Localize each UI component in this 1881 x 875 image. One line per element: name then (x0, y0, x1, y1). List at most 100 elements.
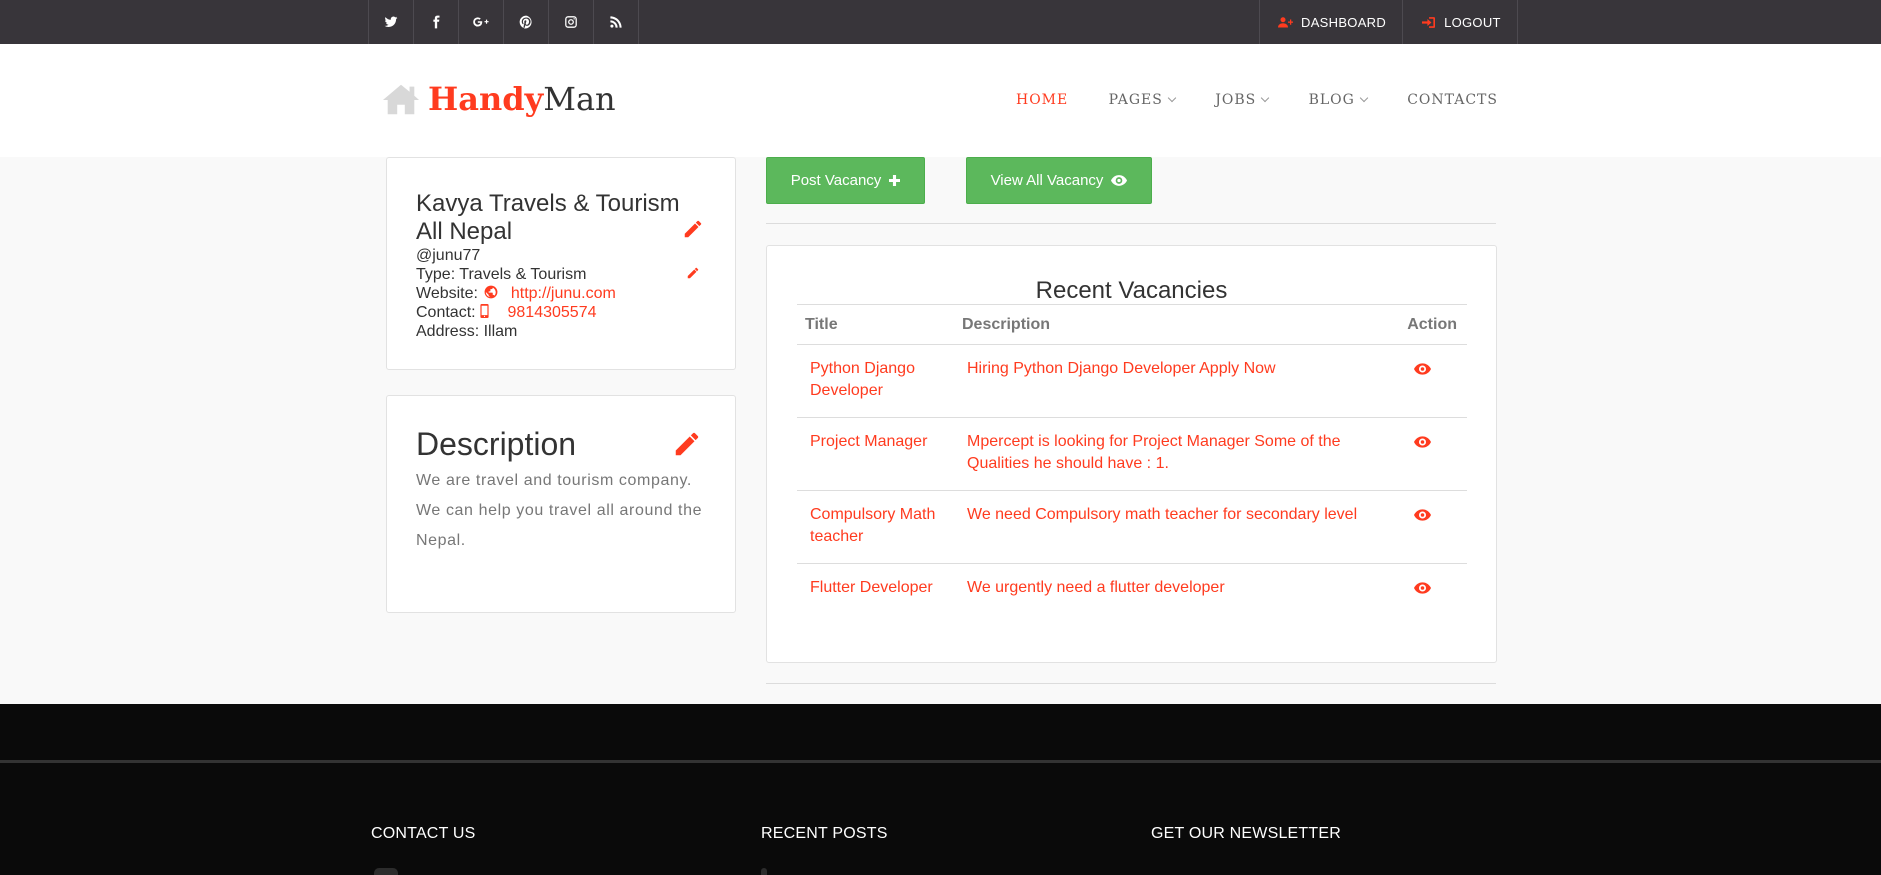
eye-icon (1414, 363, 1431, 375)
recent-vacancies-title: Recent Vacancies (1035, 277, 1228, 304)
table-header-row: Title Description Action (797, 304, 1467, 345)
logo-text: HandyMan (428, 80, 616, 118)
user-plus-icon (1278, 16, 1293, 27)
vacancy-title-link[interactable]: Python Django Developer (797, 344, 954, 418)
view-vacancy-button[interactable] (1397, 344, 1467, 418)
post-vacancy-label: Post Vacancy (790, 172, 882, 189)
vacancy-title-link[interactable]: Flutter Developer (797, 564, 954, 637)
company-name: Kavya Travels & Tourism All Nepal (416, 190, 680, 245)
footer-post-icon (761, 868, 767, 875)
nav-home[interactable]: HOME (1016, 92, 1068, 108)
account-links: DASHBOARD LOGOUT (1259, 0, 1518, 44)
company-address: Address: Illam (416, 322, 517, 341)
nav-contacts[interactable]: CONTACTS (1407, 92, 1498, 108)
divider (766, 683, 1496, 684)
eye-icon (1414, 509, 1431, 521)
table-row: Python Django Developer Hiring Python Dj… (797, 344, 1467, 418)
eye-icon (1414, 436, 1431, 448)
nav-pages[interactable]: PAGES (1108, 92, 1177, 108)
vacancy-description[interactable]: Mpercept is looking for Project Manager … (954, 417, 1397, 491)
contact-label: Contact: (416, 304, 476, 321)
pinterest-link[interactable] (504, 0, 549, 44)
logo-text-man: Man (543, 80, 616, 118)
pencil-icon[interactable] (682, 218, 704, 240)
top-bar: DASHBOARD LOGOUT (0, 0, 1881, 44)
column-title: Title (797, 304, 954, 345)
main-nav: HOME PAGES JOBS BLOG CONTACTS (1016, 88, 1498, 112)
description-text: We are travel and tourism company. We ca… (416, 472, 703, 549)
description-title: Description (416, 426, 577, 462)
plus-icon (889, 175, 901, 186)
company-username: @junu77 (416, 247, 481, 264)
sign-out-icon (1422, 16, 1436, 28)
nav-blog[interactable]: BLOG (1308, 92, 1369, 108)
google-plus-link[interactable] (459, 0, 504, 44)
divider (766, 223, 1496, 224)
address-label: Address: (416, 323, 480, 340)
nav-jobs[interactable]: JOBS (1215, 92, 1270, 108)
dashboard-link[interactable]: DASHBOARD (1260, 0, 1404, 44)
view-vacancy-button[interactable] (1397, 417, 1467, 491)
company-website: Website: http://junu.com (416, 284, 616, 303)
nav-pages-label: PAGES (1108, 92, 1163, 108)
post-vacancy-button[interactable]: Post Vacancy (766, 157, 925, 204)
vacancy-description[interactable]: We need Compulsory math teacher for seco… (954, 490, 1397, 564)
facebook-link[interactable] (414, 0, 459, 44)
eye-icon (1414, 582, 1431, 594)
mobile-icon (480, 304, 489, 318)
logo-text-handy: Handy (428, 80, 544, 118)
nav-jobs-label: JOBS (1215, 92, 1257, 108)
recent-vacancies-card: Recent Vacancies Title Description Actio… (766, 245, 1497, 663)
footer-contact-heading: CONTACT US (371, 825, 476, 842)
globe-icon (484, 285, 498, 299)
company-profile-card: Kavya Travels & Tourism All Nepal @junu7… (386, 157, 736, 370)
pinterest-icon (519, 15, 532, 29)
view-all-vacancy-label: View All Vacancy (990, 172, 1104, 189)
instagram-icon (565, 16, 577, 28)
logout-label: LOGOUT (1444, 14, 1501, 30)
social-links (368, 0, 639, 44)
site-logo[interactable]: HandyMan (382, 80, 616, 118)
table-row: Flutter Developer We urgently need a flu… (797, 564, 1467, 637)
instagram-link[interactable] (549, 0, 594, 44)
vacancy-description[interactable]: We urgently need a flutter developer (954, 564, 1397, 637)
home-icon (382, 84, 420, 115)
twitter-icon (384, 16, 398, 28)
site-header: HandyMan HOME PAGES JOBS BLOG CONTACTS (0, 44, 1881, 157)
contact-phone[interactable]: 9814305574 (508, 304, 597, 321)
view-vacancy-button[interactable] (1397, 564, 1467, 637)
company-contact: Contact: 9814305574 (416, 303, 596, 322)
rss-icon (610, 16, 622, 28)
website-label: Website: (416, 285, 478, 302)
pencil-icon[interactable] (686, 266, 700, 280)
view-all-vacancy-button[interactable]: View All Vacancy (966, 157, 1152, 204)
nav-blog-label: BLOG (1308, 92, 1355, 108)
column-action: Action (1397, 304, 1467, 345)
table-row: Project Manager Mpercept is looking for … (797, 417, 1467, 491)
footer-recent-posts-heading: RECENT POSTS (761, 825, 888, 842)
vacancy-title-link[interactable]: Project Manager (797, 417, 954, 491)
type-value: Travels & Tourism (459, 266, 587, 283)
dashboard-label: DASHBOARD (1301, 14, 1387, 30)
eye-icon (1111, 175, 1128, 186)
twitter-link[interactable] (369, 0, 414, 44)
vacancies-table: Title Description Action Python Django D… (797, 304, 1467, 637)
view-vacancy-button[interactable] (1397, 490, 1467, 564)
chevron-down-icon (1260, 93, 1270, 103)
company-type: Type: Travels & Tourism (416, 265, 586, 284)
footer-divider (0, 760, 1881, 763)
pencil-icon[interactable] (672, 429, 702, 459)
logout-link[interactable]: LOGOUT (1403, 0, 1518, 44)
vacancy-title-link[interactable]: Compulsory Math teacher (797, 490, 954, 564)
description-card: Description We are travel and tourism co… (386, 395, 736, 613)
vacancy-description[interactable]: Hiring Python Django Developer Apply Now (954, 344, 1397, 418)
table-row: Compulsory Math teacher We need Compulso… (797, 490, 1467, 564)
address-value: Illam (483, 323, 518, 340)
chevron-down-icon (1167, 93, 1177, 103)
type-label: Type: (416, 266, 456, 283)
rss-link[interactable] (594, 0, 639, 44)
website-link[interactable]: http://junu.com (511, 285, 616, 302)
google-plus-icon (473, 17, 489, 27)
facebook-icon (433, 15, 440, 29)
site-footer: CONTACT US RECENT POSTS GET OUR NEWSLETT… (0, 704, 1881, 875)
